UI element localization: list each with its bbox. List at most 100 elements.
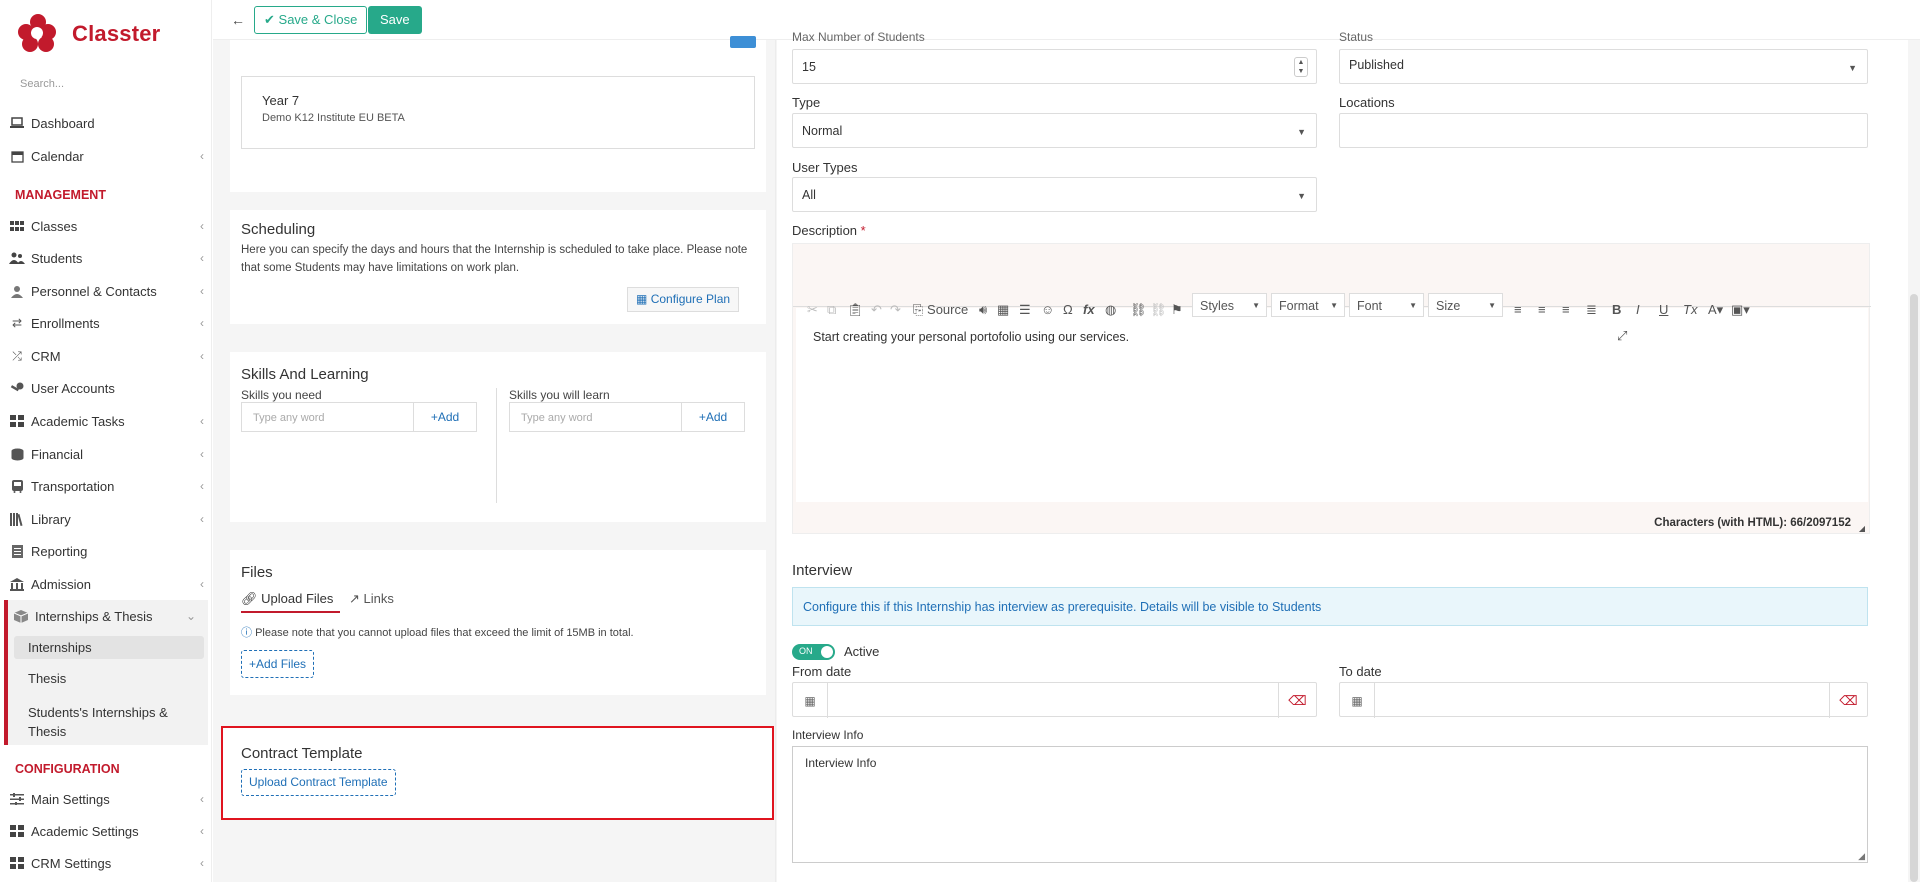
sidebar-item-calendar[interactable]: Calendar ‹ <box>0 143 212 169</box>
sidebar-search-input[interactable]: Search... <box>20 78 64 90</box>
calendar-icon[interactable]: ▦ <box>793 683 828 718</box>
sidebar-item-main-settings[interactable]: Main Settings ‹ <box>0 786 212 812</box>
align-left-icon[interactable]: ≡ <box>1514 302 1522 317</box>
chevron-left-icon: ‹ <box>200 149 204 163</box>
text-color-icon[interactable]: A▾ <box>1708 302 1723 318</box>
tab-links[interactable]: ↗ Links <box>349 591 394 607</box>
sidebar-item-dashboard[interactable]: Dashboard <box>0 110 212 136</box>
skills-learn-input[interactable]: Type any word <box>509 402 682 432</box>
unlink-icon[interactable]: ⛓ <box>1150 302 1167 318</box>
underline-icon[interactable]: U <box>1659 302 1668 317</box>
eraser-icon[interactable]: ⌫ <box>1829 683 1867 718</box>
omega-icon[interactable]: Ω <box>1063 302 1073 317</box>
chevron-left-icon: ‹ <box>200 349 204 363</box>
sidebar-item-library[interactable]: Library ‹ <box>0 506 212 532</box>
bold-icon[interactable]: B <box>1612 302 1621 317</box>
contract-title: Contract Template <box>241 745 363 762</box>
sidebar-item-transportation[interactable]: Transportation ‹ <box>0 473 212 499</box>
sidebar-item-label: User Accounts <box>31 380 115 396</box>
skills-need-add-button[interactable]: +Add <box>413 402 477 432</box>
configure-plan-button[interactable]: ▦ Configure Plan <box>627 287 740 312</box>
redo-icon[interactable]: ↷ <box>890 302 901 318</box>
stepper-icon[interactable]: ▲ ▼ <box>1294 57 1308 77</box>
sidebar-subitem-students-internships-line2[interactable]: Thesis <box>14 720 204 743</box>
sidebar-item-label: Library <box>31 511 71 527</box>
font-dropdown[interactable]: Font ▼ <box>1349 293 1424 317</box>
skills-learn-add-button[interactable]: +Add <box>681 402 745 432</box>
scrollbar-track[interactable] <box>1908 40 1920 882</box>
source-button[interactable]: ⎘ Source <box>913 302 968 318</box>
italic-icon[interactable]: I <box>1636 302 1640 317</box>
sidebar-item-reporting[interactable]: Reporting <box>0 538 212 564</box>
sidebar-item-academic-settings[interactable]: Academic Settings ‹ <box>0 818 212 844</box>
calendar-icon: ▦ <box>636 292 648 306</box>
sidebar-item-classes[interactable]: Classes ‹ <box>0 213 212 239</box>
size-dropdown[interactable]: Size ▼ <box>1428 293 1503 317</box>
locations-input[interactable] <box>1339 113 1868 148</box>
interview-info-textarea[interactable]: Interview Info ◢ <box>792 746 1868 863</box>
save-button[interactable]: Save <box>368 6 422 34</box>
toggle-knob <box>821 646 833 658</box>
styles-dropdown[interactable]: Styles ▼ <box>1192 293 1267 317</box>
from-date-input[interactable]: ▦ ⌫ <box>792 682 1317 718</box>
sidebar-subitem-students-internships[interactable]: Students's Internships & <box>14 701 204 720</box>
sidebar-item-personnel[interactable]: Personnel & Contacts ‹ <box>0 278 212 304</box>
calendar-icon[interactable]: ▦ <box>1340 683 1375 718</box>
app-logo[interactable]: Classter <box>18 12 160 56</box>
maximize-icon[interactable]: ⤢ <box>1617 328 1627 344</box>
link-icon[interactable]: ⛓ <box>1130 302 1147 318</box>
editor-body[interactable]: Start creating your personal portofolio … <box>796 308 1868 502</box>
justify-icon[interactable]: ≣ <box>1586 302 1597 318</box>
paste-icon[interactable]: 📋︎ <box>847 302 864 318</box>
undo-icon[interactable]: ↶ <box>871 302 882 318</box>
sidebar-subitem-thesis[interactable]: Thesis <box>14 667 204 690</box>
back-arrow-icon[interactable]: ← <box>229 11 247 29</box>
chevron-left-icon: ‹ <box>200 316 204 330</box>
upload-contract-template-button[interactable]: Upload Contract Template <box>241 769 396 796</box>
active-toggle[interactable]: ON <box>792 644 835 660</box>
formula-icon[interactable]: fx <box>1083 302 1095 317</box>
add-files-button[interactable]: +Add Files <box>241 650 315 678</box>
sidebar-item-financial[interactable]: Financial ‹ <box>0 441 212 467</box>
eraser-icon[interactable]: ⌫ <box>1278 683 1316 718</box>
flag-icon[interactable]: ⚑ <box>1171 302 1183 318</box>
max-students-input[interactable]: 15 ▲ ▼ <box>792 49 1317 84</box>
scrollbar-thumb[interactable] <box>1910 294 1918 882</box>
sidebar-item-internships-thesis[interactable]: Internships & Thesis ⌄ <box>4 603 208 629</box>
align-center-icon[interactable]: ≡ <box>1538 302 1546 317</box>
sidebar-item-admission[interactable]: Admission ‹ <box>0 571 212 597</box>
horizontal-line-icon[interactable]: ☰ <box>1019 302 1031 318</box>
status-select[interactable]: Published ▼ <box>1339 49 1868 84</box>
table-icon[interactable]: ▦ <box>997 302 1009 318</box>
copy-icon[interactable]: ⧉ <box>827 302 836 318</box>
globe-icon[interactable]: ◍ <box>1105 302 1116 318</box>
clear-format-icon[interactable]: Tx <box>1683 302 1697 317</box>
corner-action-button[interactable] <box>730 36 756 48</box>
bus-icon <box>9 479 25 493</box>
resize-icon[interactable]: ◢ <box>1859 524 1865 533</box>
sidebar-item-academic-tasks[interactable]: Academic Tasks ‹ <box>0 408 212 434</box>
align-right-icon[interactable]: ≡ <box>1562 302 1570 317</box>
sidebar-item-students[interactable]: Students ‹ <box>0 245 212 271</box>
sidebar-item-crm-settings[interactable]: CRM Settings ‹ <box>0 850 212 876</box>
sidebar-item-enrollments[interactable]: ⇄ Enrollments ‹ <box>0 310 212 336</box>
cut-icon[interactable]: ✂ <box>807 302 818 318</box>
sidebar-subitem-internships[interactable]: Internships <box>14 636 204 659</box>
sidebar-item-user-accounts[interactable]: User Accounts <box>0 375 212 401</box>
audio-icon[interactable]: 🔊︎ <box>979 302 987 318</box>
year-card[interactable]: Year 7 Demo K12 Institute EU BETA <box>241 76 755 149</box>
user-types-select[interactable]: All ▼ <box>792 177 1317 212</box>
format-dropdown[interactable]: Format ▼ <box>1271 293 1345 317</box>
type-select[interactable]: Normal ▼ <box>792 113 1317 148</box>
to-date-input[interactable]: ▦ ⌫ <box>1339 682 1868 718</box>
save-close-button[interactable]: ✔ Save & Close <box>254 6 368 34</box>
resize-icon[interactable]: ◢ <box>1858 851 1865 862</box>
background-color-icon[interactable]: ▣▾ <box>1731 302 1750 318</box>
caret-down-icon: ▼ <box>1409 301 1417 310</box>
skills-need-input[interactable]: Type any word <box>241 402 414 432</box>
tab-upload-files[interactable]: 🔗︎ Upload Files <box>241 588 340 613</box>
chevron-left-icon: ‹ <box>200 512 204 526</box>
to-date-label: To date <box>1339 664 1382 679</box>
sidebar-item-crm[interactable]: ⤮ CRM ‹ <box>0 343 212 369</box>
smiley-icon[interactable]: ☺ <box>1041 302 1054 317</box>
